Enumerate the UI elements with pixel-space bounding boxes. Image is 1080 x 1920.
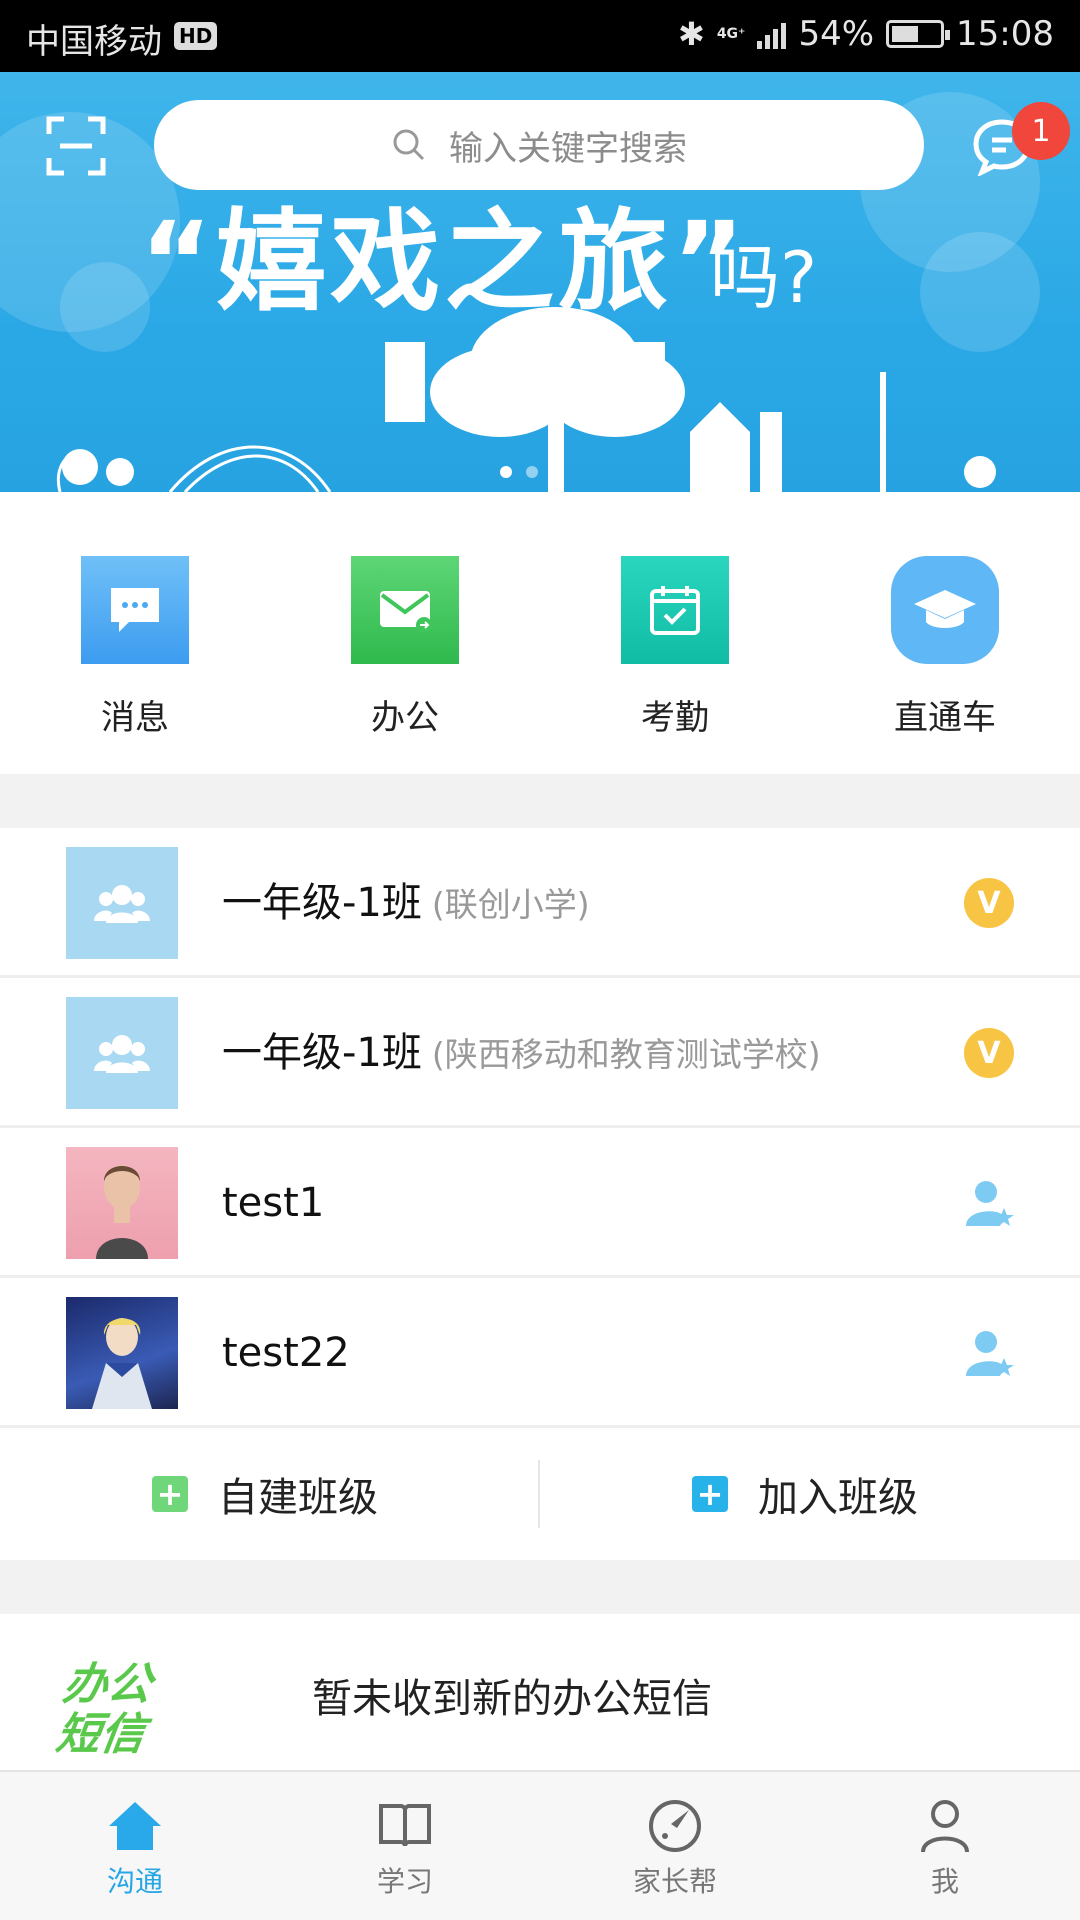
carousel-indicator — [500, 466, 564, 478]
logo-line: 短信 — [52, 1709, 149, 1760]
clock: 15:08 — [956, 14, 1054, 54]
compass-icon — [649, 1800, 701, 1852]
office-sms-card[interactable]: 办公 短信 暂未收到新的办公短信 — [0, 1614, 1080, 1774]
quick-action-label: 办公 — [371, 698, 439, 738]
vip-badge: V — [964, 878, 1014, 928]
user-avatar — [66, 1147, 178, 1259]
battery-percent: 54% — [798, 14, 875, 54]
user-star-icon — [966, 1331, 1014, 1376]
network-type: 4G⁺ — [716, 26, 746, 42]
class-actions: + 自建班级 + 加入班级 — [0, 1428, 1080, 1560]
person-icon — [921, 1800, 969, 1853]
tab-me[interactable]: 我 — [810, 1772, 1080, 1920]
signal-icon — [757, 19, 787, 49]
group-icon — [66, 847, 178, 959]
carrier-name: 中国移动 — [26, 22, 162, 62]
office-sms-logo: 办公 短信 — [52, 1659, 156, 1760]
status-bar: 中国移动 HD ✱ 4G⁺ 54% 15:08 — [0, 0, 1080, 72]
book-icon — [379, 1804, 431, 1847]
plus-icon: + — [152, 1476, 188, 1512]
school-name: (联创小学) — [431, 885, 590, 924]
join-class-button[interactable]: + 加入班级 — [692, 1428, 918, 1560]
user-star-icon — [966, 1181, 1014, 1226]
tab-parent-help[interactable]: 家长帮 — [540, 1772, 810, 1920]
search-input[interactable]: 输入关键字搜索 — [154, 100, 924, 190]
class-row[interactable]: test1 — [0, 1128, 1080, 1278]
class-list: 一年级-1班 (联创小学) V 一年级-1班 (陕西移动和教育测试学校) V tes… — [0, 828, 1080, 1560]
quick-action-attendance[interactable]: 考勤 — [540, 556, 810, 739]
unread-badge: 1 — [1012, 102, 1070, 160]
quick-action-label: 考勤 — [641, 698, 709, 738]
tab-label: 学习 — [376, 1865, 433, 1898]
tab-label: 沟通 — [106, 1865, 163, 1898]
school-name: (陕西移动和教育测试学校) — [431, 1035, 821, 1074]
join-class-label: 加入班级 — [758, 1475, 918, 1521]
quick-action-messages[interactable]: 消息 — [0, 556, 270, 739]
tab-communicate[interactable]: 沟通 — [0, 1772, 270, 1920]
plus-icon: + — [692, 1476, 728, 1512]
calendar-check-icon — [621, 556, 729, 664]
create-class-button[interactable]: + 自建班级 — [152, 1428, 378, 1560]
quick-action-express[interactable]: 直通车 — [810, 556, 1080, 739]
quick-action-label: 直通车 — [894, 698, 996, 738]
envelope-icon — [351, 556, 459, 664]
tab-label: 家长帮 — [632, 1865, 717, 1898]
quick-action-office[interactable]: 办公 — [270, 556, 540, 739]
class-row[interactable]: 一年级-1班 (联创小学) V — [0, 828, 1080, 978]
class-name: test22 — [222, 1330, 350, 1376]
bottom-tab-bar: 沟通 学习 家长帮 我 — [0, 1770, 1080, 1920]
search-icon — [393, 129, 425, 161]
tab-study[interactable]: 学习 — [270, 1772, 540, 1920]
bluetooth-icon: ✱ — [678, 15, 705, 53]
search-placeholder: 输入关键字搜索 — [449, 128, 687, 169]
logo-line: 办公 — [60, 1659, 156, 1710]
chat-bubble-icon — [81, 556, 189, 664]
class-name: test1 — [222, 1180, 325, 1226]
hd-badge: HD — [174, 22, 218, 50]
create-class-label: 自建班级 — [218, 1475, 378, 1521]
promo-banner[interactable]: “嬉戏之旅” 吗? 输入关键字搜索 1 — [0, 72, 1080, 504]
class-name: 一年级-1班 — [222, 880, 422, 926]
graduation-cap-icon — [891, 556, 999, 664]
battery-icon — [886, 20, 951, 48]
tab-label: 我 — [930, 1865, 959, 1898]
office-sms-status: 暂未收到新的办公短信 — [312, 1676, 712, 1722]
user-avatar — [66, 1297, 178, 1409]
group-icon — [66, 997, 178, 1109]
class-name: 一年级-1班 — [222, 1030, 422, 1076]
home-icon — [109, 1802, 161, 1850]
vip-badge: V — [964, 1028, 1014, 1078]
quick-action-label: 消息 — [101, 698, 169, 738]
quick-actions: 消息 办公 考勤 直通车 — [0, 504, 1080, 774]
class-row[interactable]: test22 — [0, 1278, 1080, 1428]
divider — [538, 1460, 540, 1528]
scan-icon[interactable] — [46, 116, 106, 176]
class-row[interactable]: 一年级-1班 (陕西移动和教育测试学校) V — [0, 978, 1080, 1128]
